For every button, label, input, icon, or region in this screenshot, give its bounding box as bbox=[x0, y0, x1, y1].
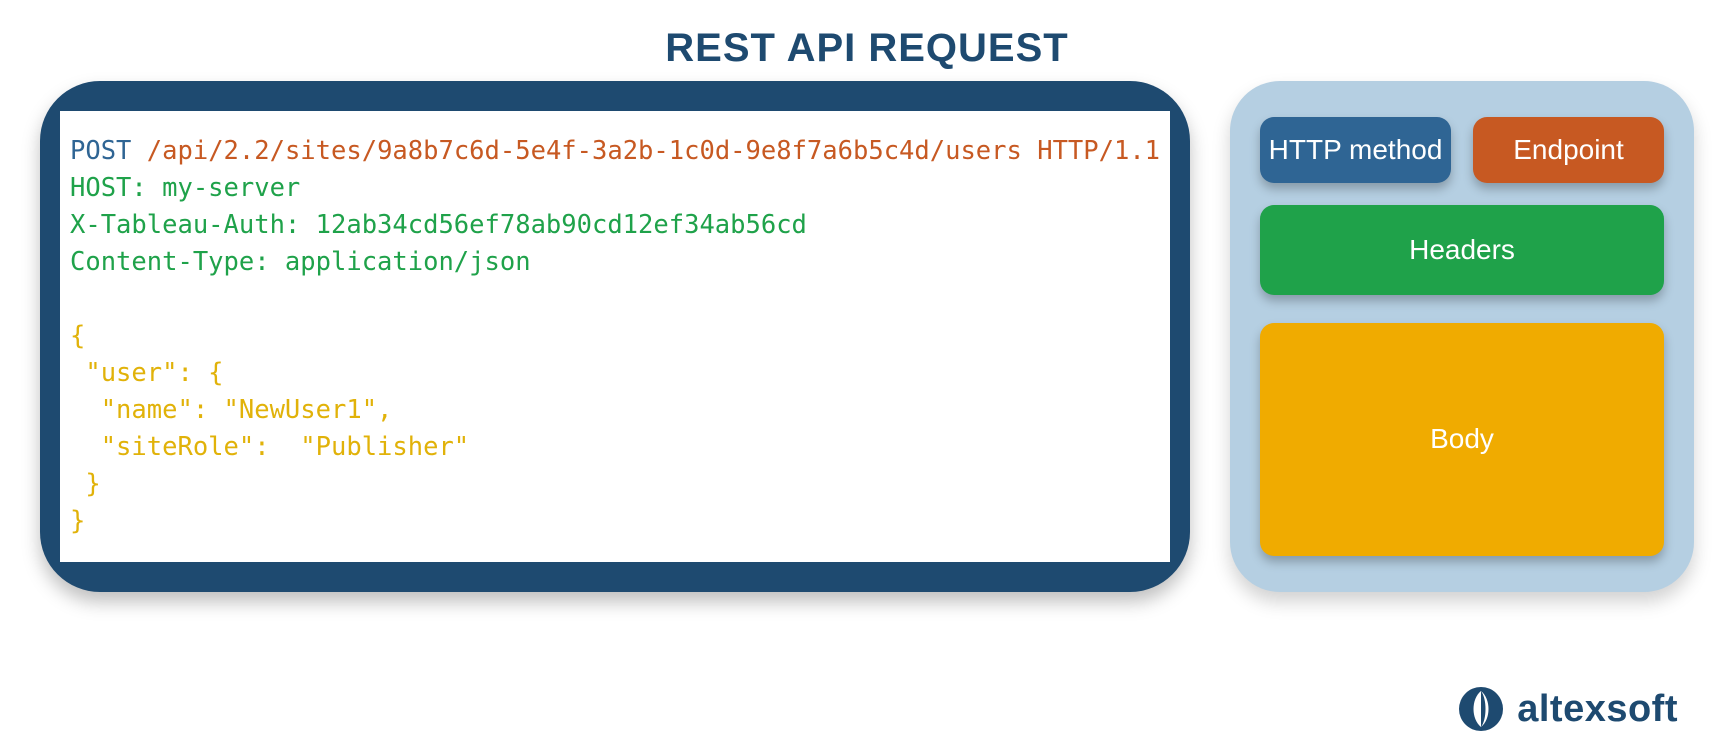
code-panel: POST /api/2.2/sites/9a8b7c6d-5e4f-3a2b-1… bbox=[40, 81, 1190, 592]
legend-row-1: HTTP method Endpoint bbox=[1260, 117, 1664, 183]
legend-chip-body: Body bbox=[1260, 323, 1664, 556]
code-endpoint: /api/2.2/sites/9a8b7c6d-5e4f-3a2b-1c0d-9… bbox=[147, 136, 1160, 166]
code-method: POST bbox=[70, 136, 131, 166]
brand-logo-icon bbox=[1457, 685, 1505, 733]
brand: altexsoft bbox=[1457, 685, 1678, 733]
legend-chip-headers: Headers bbox=[1260, 205, 1664, 295]
legend-chip-endpoint: Endpoint bbox=[1473, 117, 1664, 183]
code-body: { "user": { "name": "NewUser1", "siteRol… bbox=[70, 321, 469, 536]
brand-text: altexsoft bbox=[1517, 688, 1678, 731]
content-row: POST /api/2.2/sites/9a8b7c6d-5e4f-3a2b-1… bbox=[0, 81, 1734, 592]
legend-panel: HTTP method Endpoint Headers Body bbox=[1230, 81, 1694, 592]
code-headers: HOST: my-server X-Tableau-Auth: 12ab34cd… bbox=[70, 173, 807, 277]
page-title: REST API REQUEST bbox=[0, 0, 1734, 81]
code-block: POST /api/2.2/sites/9a8b7c6d-5e4f-3a2b-1… bbox=[60, 111, 1170, 562]
legend-chip-method: HTTP method bbox=[1260, 117, 1451, 183]
